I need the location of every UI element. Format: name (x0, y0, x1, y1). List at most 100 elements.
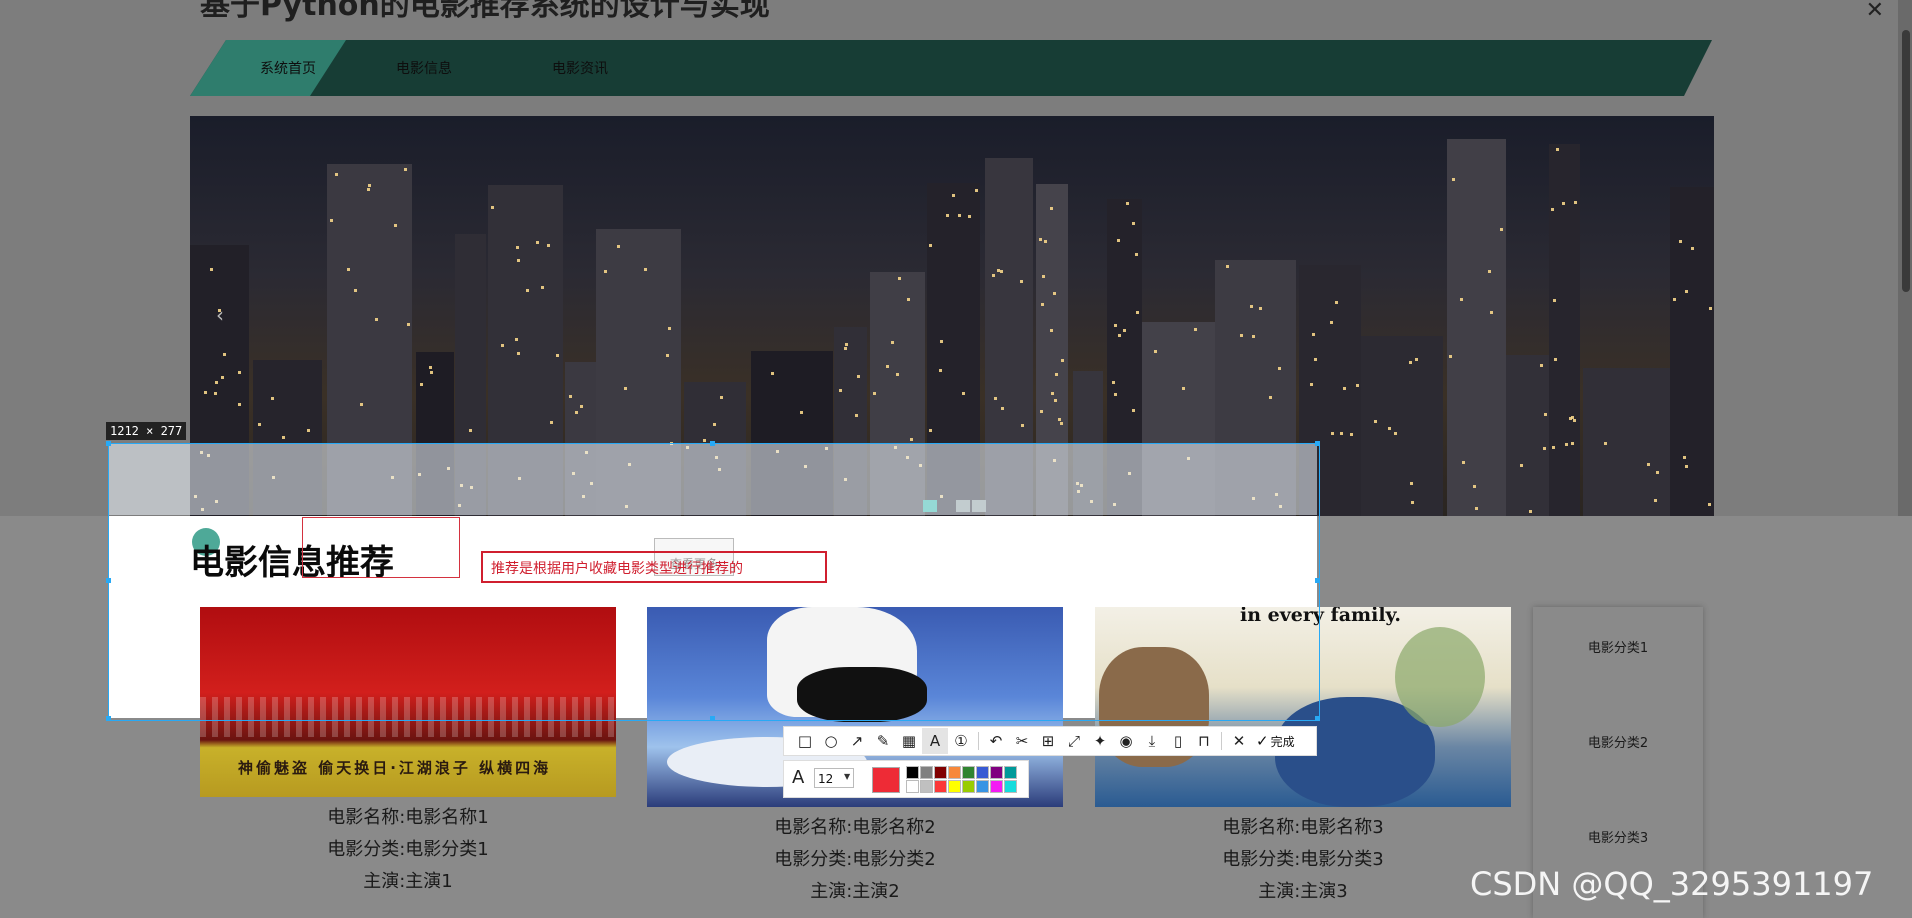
carousel-prev-icon[interactable]: ‹ (216, 303, 224, 327)
color-swatch[interactable] (962, 780, 975, 793)
building-window (839, 389, 842, 392)
resize-handle[interactable] (106, 441, 111, 446)
scissors-icon[interactable]: ✂ (1009, 728, 1035, 754)
bookmark-icon[interactable]: ⊓ (1191, 728, 1217, 754)
resize-handle[interactable] (1315, 441, 1320, 446)
mosaic-tool-icon[interactable]: ▦ (896, 728, 922, 754)
color-swatch[interactable] (934, 780, 947, 793)
building-window (992, 274, 995, 277)
number-tool-icon[interactable]: ① (948, 728, 974, 754)
expand-icon[interactable]: ⤢ (1061, 728, 1087, 754)
building-window (430, 371, 433, 374)
color-swatch[interactable] (906, 766, 919, 779)
building-window (407, 323, 410, 326)
color-swatch[interactable] (976, 780, 989, 793)
rectangle-tool-icon[interactable]: □ (792, 728, 818, 754)
building-window (541, 286, 544, 289)
building-window (429, 366, 432, 369)
building-window (1001, 407, 1004, 410)
building-window (703, 439, 706, 442)
building-window (556, 354, 559, 357)
building-window (1350, 433, 1353, 436)
ellipse-tool-icon[interactable]: ○ (818, 728, 844, 754)
building-window (258, 423, 261, 426)
building-window (1259, 307, 1262, 310)
building-window (517, 352, 520, 355)
pen-tool-icon[interactable]: ✎ (870, 728, 896, 754)
ocr-icon[interactable]: ⊞ (1035, 728, 1061, 754)
building-window (210, 268, 213, 271)
color-swatch[interactable] (920, 780, 933, 793)
building-window (1554, 358, 1557, 361)
building-window (1679, 240, 1682, 243)
building-window (330, 219, 333, 222)
color-swatch[interactable] (920, 766, 933, 779)
color-swatch[interactable] (1004, 780, 1017, 793)
building-window (1182, 387, 1185, 390)
resize-handle[interactable] (106, 578, 111, 583)
resize-handle[interactable] (710, 441, 715, 446)
done-button[interactable]: ✓ 完成 (1256, 732, 1295, 750)
building-window (347, 268, 350, 271)
building-window (1250, 305, 1253, 308)
building-window (1520, 464, 1523, 467)
building-window (1194, 328, 1197, 331)
phone-icon[interactable]: ▯ (1165, 728, 1191, 754)
color-swatch[interactable] (934, 766, 947, 779)
record-icon[interactable]: ◉ (1113, 728, 1139, 754)
movie-category-3: 电影分类:电影分类3 (1222, 849, 1384, 870)
nav-item-movie-info[interactable]: 电影信息 (396, 58, 452, 78)
nav-item-home[interactable]: 系统首页 (260, 58, 316, 78)
scrollbar-thumb[interactable] (1902, 30, 1910, 292)
color-swatch[interactable] (962, 766, 975, 779)
building-window (1410, 482, 1413, 485)
building-window (1490, 311, 1493, 314)
nav-item-movie-news[interactable]: 电影资讯 (552, 58, 608, 78)
building-window (1556, 148, 1559, 151)
category-item[interactable]: 电影分类1 (1533, 637, 1703, 656)
color-swatch[interactable] (1004, 766, 1017, 779)
resize-handle[interactable] (1315, 578, 1320, 583)
screenshot-selection[interactable] (108, 443, 1320, 721)
building-window (214, 392, 217, 395)
pin-icon[interactable]: ✦ (1087, 728, 1113, 754)
category-item[interactable]: 电影分类3 (1533, 827, 1703, 846)
building-window (929, 429, 932, 432)
building-window (1449, 355, 1452, 358)
arrow-tool-icon[interactable]: ↗ (844, 728, 870, 754)
building-window (771, 372, 774, 375)
undo-icon[interactable]: ↶ (983, 728, 1009, 754)
text-tool-icon[interactable]: A (922, 728, 948, 754)
chevron-down-icon[interactable]: ▼ (844, 772, 850, 781)
cancel-icon[interactable]: ✕ (1226, 728, 1252, 754)
building-window (1117, 239, 1120, 242)
building-window (857, 375, 860, 378)
building-window (1112, 381, 1115, 384)
color-swatch[interactable] (948, 780, 961, 793)
color-swatch[interactable] (976, 766, 989, 779)
building-window (939, 369, 942, 372)
resize-handle[interactable] (106, 716, 111, 721)
color-swatch[interactable] (906, 780, 919, 793)
building-window (1460, 298, 1463, 301)
building-window (1278, 367, 1281, 370)
building-window (1411, 501, 1414, 504)
building-window (1058, 418, 1061, 421)
building-window (204, 391, 207, 394)
color-swatch[interactable] (990, 766, 1003, 779)
building-window (1039, 238, 1042, 241)
building-window (1114, 324, 1117, 327)
skyline-building (1583, 368, 1670, 516)
building-window (1388, 427, 1391, 430)
building-window (1356, 384, 1359, 387)
resize-handle[interactable] (710, 716, 715, 721)
download-icon[interactable]: ⤓ (1139, 728, 1165, 754)
selection-size-label: 1212 × 277 (106, 422, 187, 440)
current-color-swatch[interactable] (872, 767, 900, 793)
resize-handle[interactable] (1315, 716, 1320, 721)
category-item[interactable]: 电影分类2 (1533, 732, 1703, 751)
close-icon[interactable]: ✕ (1866, 0, 1884, 23)
color-swatch[interactable] (948, 766, 961, 779)
color-swatch[interactable] (990, 780, 1003, 793)
building-window (515, 338, 518, 341)
